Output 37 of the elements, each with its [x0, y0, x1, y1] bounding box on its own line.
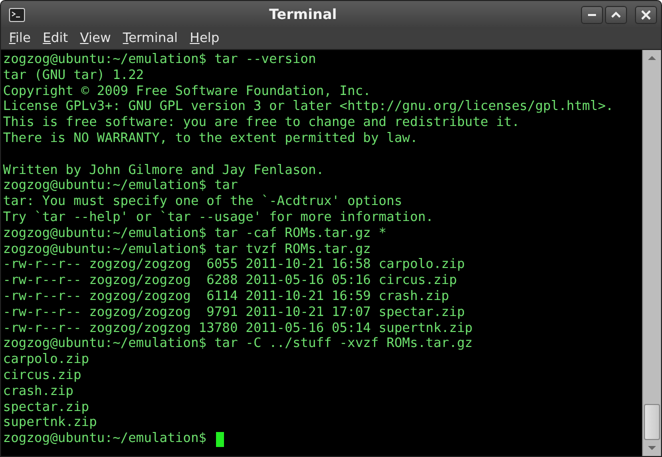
close-icon: [640, 8, 652, 20]
menu-item[interactable]: View: [74, 29, 117, 48]
terminal-line: zogzog@ubuntu:~/emulation$ tar tvzf ROMs.tar.gz: [3, 242, 371, 258]
terminal-line: This is free software: you are free to change and redistribute it.: [3, 115, 520, 131]
terminal-line: There is NO WARRANTY, to the extent permitted by law.: [3, 130, 418, 147]
terminal-line: carpolo.zip: [3, 352, 90, 368]
terminal-line: -rw-r--r-- zogzog/zogzog 6288 2011-05-16 05:16 circus.zip: [3, 273, 457, 289]
terminal-line: License GPLv3+: GNU GPL version 3 or later <http://gnu.org/licenses/gpl.html>.: [3, 99, 614, 116]
menu-item[interactable]: Help: [184, 29, 226, 48]
scrollbar[interactable]: [642, 50, 661, 456]
scrollbar-thumb[interactable]: [644, 404, 660, 440]
terminal-line: Copyright © 2009 Free Software Foundation, Inc.: [3, 84, 371, 100]
minimize-button[interactable]: [581, 6, 603, 24]
terminal-line: zogzog@ubuntu:~/emulation$ tar: [3, 178, 238, 194]
terminal-line: crash.zip: [3, 384, 74, 400]
menu-item[interactable]: Edit: [36, 29, 74, 48]
terminal-line: circus.zip: [3, 368, 82, 384]
terminal-line: Written by John Gilmore and Jay Fenlason.: [3, 162, 324, 178]
terminal-line: -rw-r--r-- zogzog/zogzog 6114 2011-10-21 16:59 crash.zip: [3, 288, 450, 305]
terminal-line: -rw-r--r-- zogzog/zogzog 13780 2011-05-16 05:14 supertnk.zip: [3, 320, 473, 336]
menu-item[interactable]: File: [3, 29, 37, 48]
terminal-line: tar: You must specify one of the `-Acdtrux' options: [3, 194, 402, 210]
window-title: Terminal: [268, 6, 338, 22]
terminal-icon: [9, 8, 25, 22]
close-button[interactable]: [635, 6, 657, 24]
terminal-line: zogzog@ubuntu:~/emulation$: [3, 431, 206, 447]
menu-item[interactable]: Terminal: [116, 29, 184, 48]
terminal-line: Try `tar --help' or `tar --usage' for more information.: [3, 210, 434, 226]
terminal-line: zogzog@ubuntu:~/emulation$ tar --version: [3, 52, 316, 68]
maximize-button[interactable]: [605, 6, 627, 24]
terminal-line: zogzog@ubuntu:~/emulation$ tar -caf ROMs.tar.gz *: [3, 226, 387, 242]
terminal-line: -rw-r--r-- zogzog/zogzog 6055 2011-10-21 16:58 carpolo.zip: [3, 257, 465, 274]
terminal-line: spectar.zip: [3, 400, 90, 416]
terminal-line: -rw-r--r-- zogzog/zogzog 9791 2011-10-21 17:07 spectar.zip: [3, 304, 465, 321]
terminal-line: zogzog@ubuntu:~/emulation$ tar -C ../stuff -xvzf ROMs.tar.gz: [3, 336, 473, 352]
terminal-line: supertnk.zip: [3, 415, 97, 432]
terminal-line: tar (GNU tar) 1.22: [3, 68, 144, 84]
